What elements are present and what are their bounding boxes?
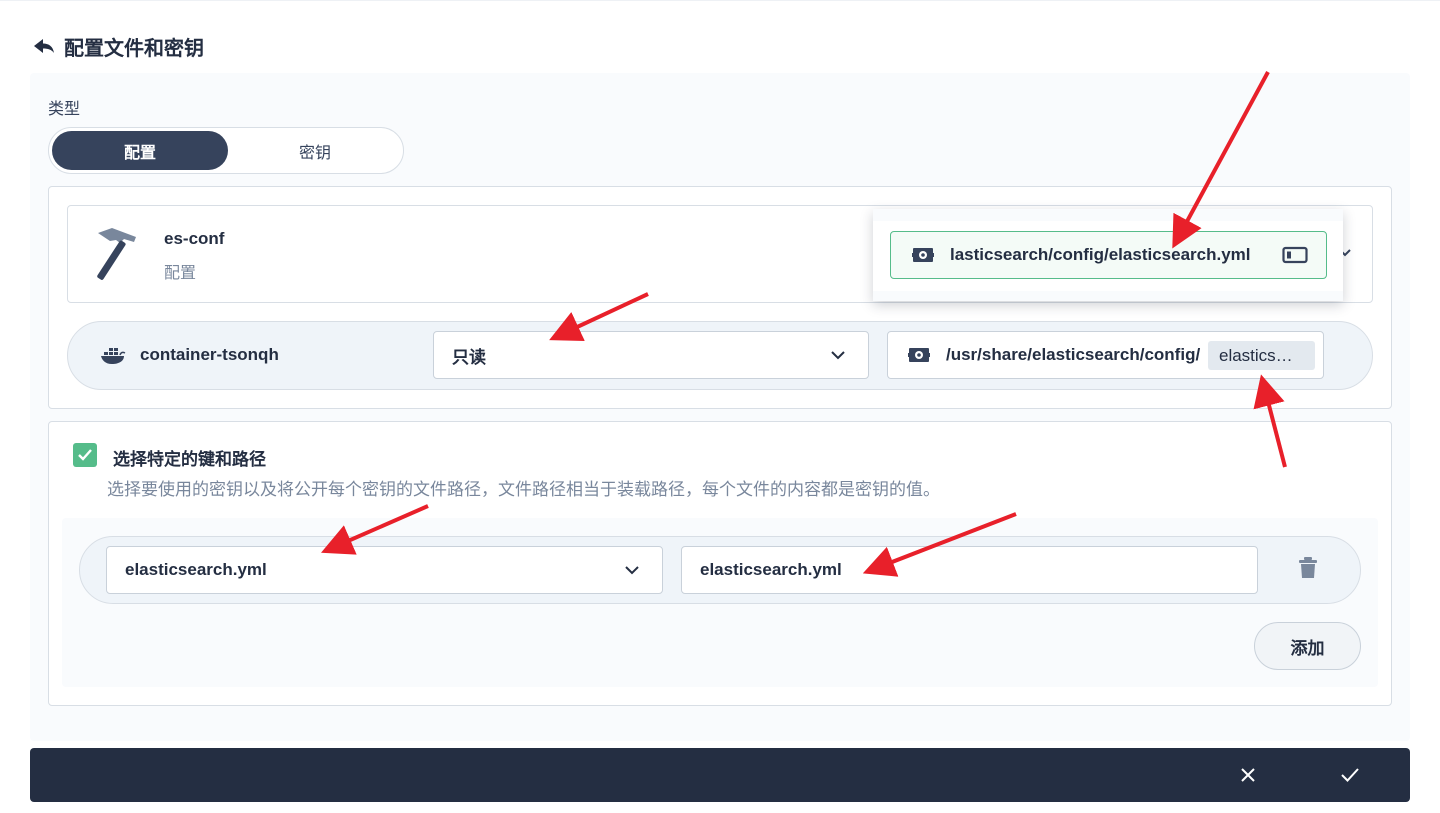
dropdown-option-label: lasticsearch/config/elasticsearch.yml — [950, 245, 1251, 264]
chevron-down-icon — [625, 566, 639, 575]
type-option-secret[interactable]: 密钥 — [227, 131, 403, 170]
close-icon[interactable] — [1238, 765, 1258, 785]
config-badge-icon — [1282, 246, 1308, 264]
type-segmented-control: 配置 密钥 — [48, 127, 404, 174]
resource-name: es-conf — [164, 229, 225, 248]
back-icon[interactable] — [32, 36, 56, 56]
mount-mode-value: 只读 — [452, 347, 486, 367]
trash-icon[interactable] — [1298, 557, 1318, 579]
type-label: 类型 — [48, 101, 81, 118]
specific-keys-description: 选择要使用的密钥以及将公开每个密钥的文件路径，文件路径相当于装载路径，每个文件的… — [107, 480, 940, 499]
type-option-config[interactable]: 配置 — [52, 131, 228, 170]
key-path-input[interactable]: elasticsearch.yml — [681, 546, 1258, 594]
page-title: 配置文件和密钥 — [64, 37, 204, 60]
chevron-down-icon — [831, 351, 845, 360]
hammer-icon — [97, 228, 136, 280]
dropdown-option[interactable]: lasticsearch/config/elasticsearch.yml — [890, 231, 1327, 279]
mount-mode-select[interactable]: 只读 — [433, 331, 869, 379]
resource-type: 配置 — [164, 265, 197, 282]
add-item-button[interactable]: 添加 — [1254, 622, 1361, 670]
footer-bar — [30, 748, 1410, 802]
gear-icon — [912, 248, 934, 262]
key-select[interactable]: elasticsearch.yml — [106, 546, 663, 594]
check-icon — [78, 449, 92, 461]
top-divider — [0, 0, 1440, 1]
docker-icon — [101, 348, 126, 364]
gear-icon — [908, 348, 930, 362]
mount-path-suffix: elastics… — [1208, 341, 1315, 370]
confirm-icon[interactable] — [1340, 765, 1360, 785]
specific-keys-checkbox[interactable] — [73, 443, 97, 467]
container-name: container-tsonqh — [140, 345, 279, 364]
key-select-value: elasticsearch.yml — [125, 560, 267, 579]
mount-path-value: /usr/share/elasticsearch/config/ — [946, 345, 1201, 364]
specific-keys-label: 选择特定的键和路径 — [113, 450, 266, 469]
page-header: 配置文件和密钥 — [32, 33, 204, 60]
